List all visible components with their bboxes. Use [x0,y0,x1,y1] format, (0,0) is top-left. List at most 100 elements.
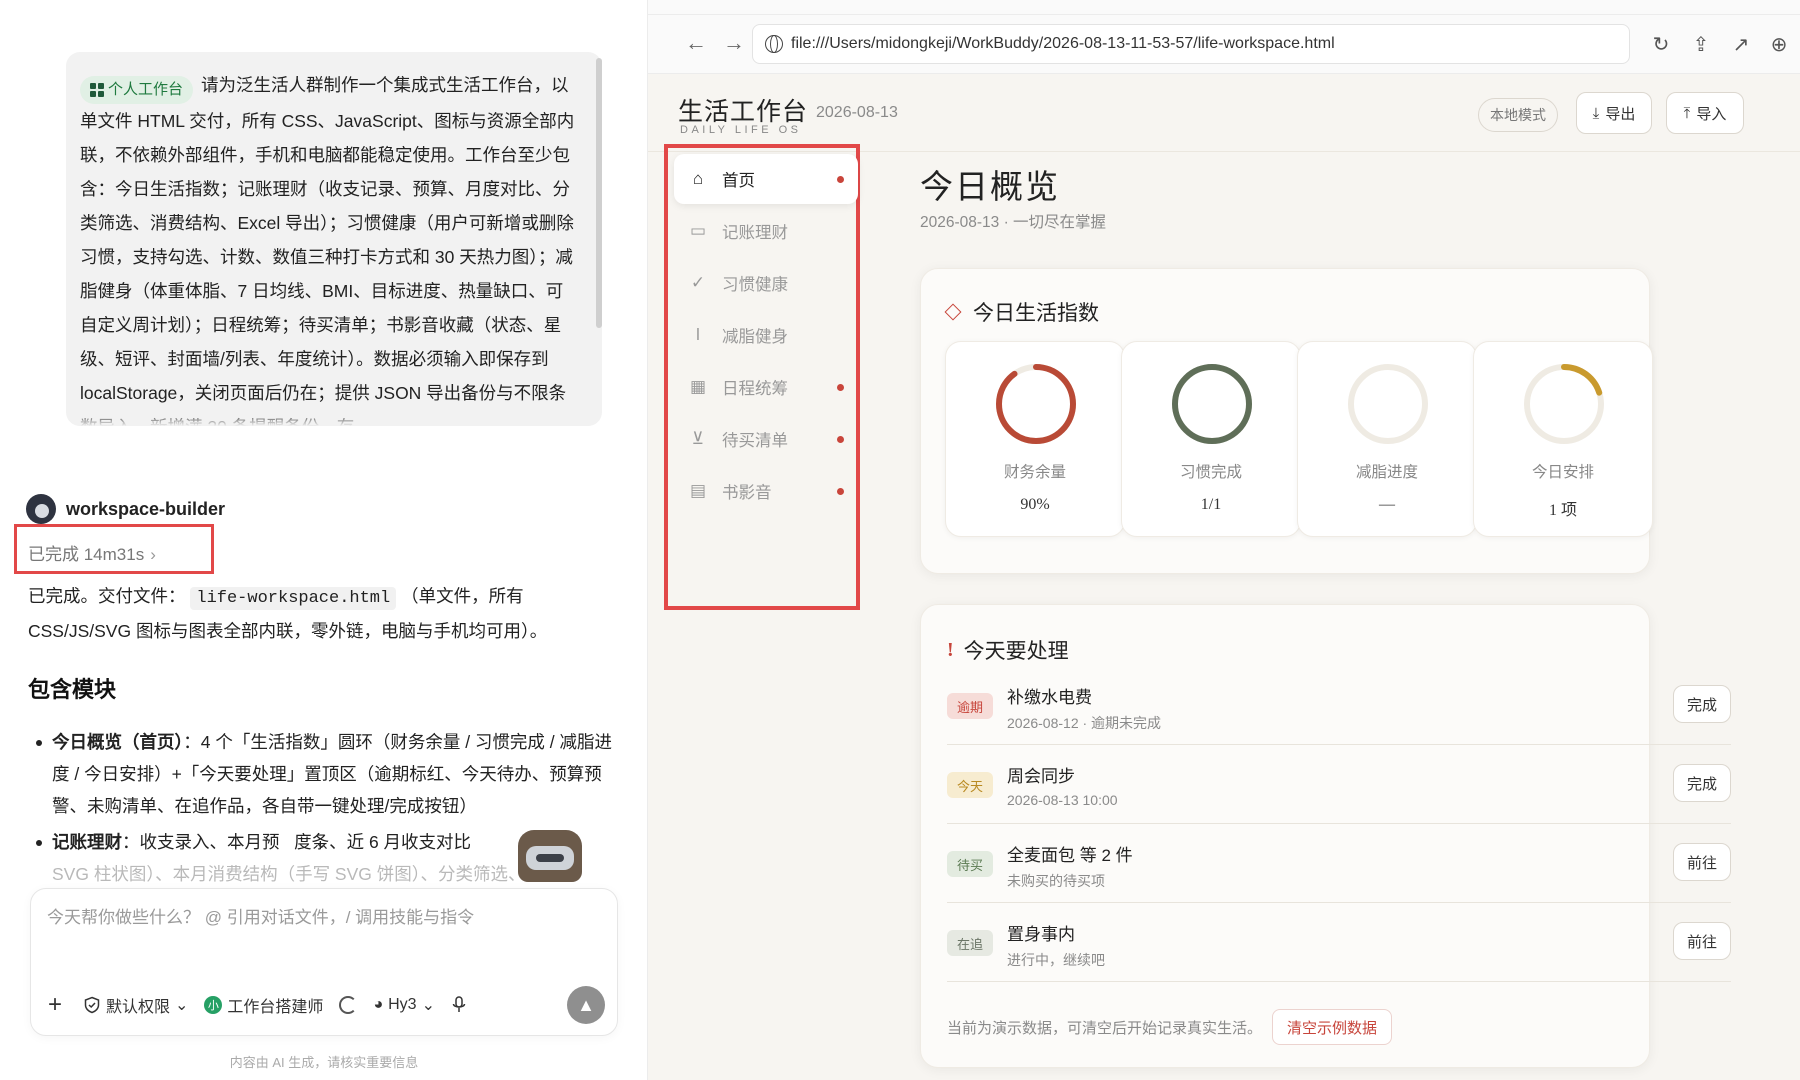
url-text: file:///Users/midongkeji/WorkBuddy/2026-… [791,35,1335,52]
notification-dot [837,384,844,391]
alert-icon: ! [947,638,954,661]
todo-action-button[interactable]: 完成 [1673,685,1731,723]
chat-pane: 个人工作台 请为泛生活人群制作一个集成式生活工作台，以单文件 HTML 交付，所… [0,0,648,1080]
grid-icon [90,83,104,97]
progress-ring [1172,364,1252,444]
life-index-title: 今日生活指数 [944,297,1099,327]
permission-select[interactable]: 默认权限 ⌄ [83,993,188,1017]
browser-window: ← → file:///Users/midongkeji/WorkBuddy/2… [648,0,1800,1080]
import-label: 导入 [1696,105,1727,123]
progress-ring [1524,364,1604,444]
sidebar-item[interactable]: ▤ 书影音 [674,466,858,516]
index-ring-card[interactable]: 习惯完成 1/1 [1121,341,1301,537]
composer[interactable]: 今天帮你做些什么？ @ 引用对话文件，/ 调用技能与指令 + 默认权限 ⌄ 小 … [30,888,618,1036]
mode-badge[interactable]: 本地模式 [1478,98,1558,132]
progress-ring [1348,364,1428,444]
home-icon: ⌂ [692,169,704,188]
model-select[interactable]: ◕ Hy3 ⌄ [373,995,435,1015]
todo-row: 逾期 补缴水电费 2026-08-12 · 逾期未完成 完成 [947,667,1731,745]
ring-label: 习惯完成 [1179,464,1242,481]
sidebar-item[interactable]: ǀ 减脂健身 [674,310,858,360]
user-prompt-bubble: 个人工作台 请为泛生活人群制作一个集成式生活工作台，以单文件 HTML 交付，所… [66,52,602,426]
bubble-scrollbar[interactable] [596,58,602,328]
wallet-icon: ▭ [689,221,707,240]
notification-dot [837,488,844,495]
divider [648,14,1800,15]
robot-mascot-icon [518,830,582,882]
index-ring-card[interactable]: 财务余量 90% [945,341,1125,537]
todo-title: 全麦面包 等 2 件 [1007,846,1133,865]
model-label: Hy3 [388,996,417,1013]
list-item: 今日概览（首页）：4 个「生活指数」圆环（财务余量 / 习惯完成 / 减脂进度 … [36,726,612,822]
progress-ring [996,364,1076,444]
notification-dot [837,176,844,183]
share-icon[interactable]: ↗ [1728,32,1754,57]
sidebar-item[interactable]: ✓ 习惯健康 [674,258,858,308]
agent-avatar [26,494,56,524]
globe-settings-icon[interactable]: ⊕ [1766,32,1792,57]
agent-name: workspace-builder [66,498,226,519]
todo-row: 待买 全麦面包 等 2 件未购买的待买项 前往 [947,825,1731,903]
done-status-toggle[interactable]: 已完成 14m31s › [28,540,156,565]
answer-file-code: life-workspace.html [190,587,397,610]
agent-tag-icon: 小 [204,996,223,1014]
todo-action-button[interactable]: 前往 [1673,843,1731,881]
user-prompt-text: 个人工作台 请为泛生活人群制作一个集成式生活工作台，以单文件 HTML 交付，所… [80,68,580,426]
scroll-down-chevron-icon[interactable]: ⌄ [314,832,329,853]
composer-placeholder[interactable]: 今天帮你做些什么？ @ 引用对话文件，/ 调用技能与指令 [47,903,474,928]
sidebar-item[interactable]: ⊻ 待买清单 [674,414,858,464]
sidebar-item[interactable]: ▭ 记账理财 [674,206,858,256]
done-status-label: 已完成 14m31s [28,545,145,564]
sidebar-item[interactable]: ⌂ 首页 [674,154,858,204]
brand-subtitle: DAILY LIFE OS [680,124,802,136]
ring-value: 1 项 [1548,502,1577,519]
workspace-chip-label: 个人工作台 [108,81,184,98]
sidebar-item-label: 首页 [722,172,755,190]
forward-arrow-icon[interactable]: → [720,30,748,56]
arrow-up-icon: ▲ [577,994,595,1015]
modules-heading: 包含模块 [28,677,117,702]
import-button[interactable]: ⤒ 导入 [1666,92,1744,134]
add-attachment-icon[interactable]: + [43,991,67,1019]
todo-action-button[interactable]: 前往 [1673,922,1731,960]
permission-label: 默认权限 [106,999,171,1016]
status-badge: 在追 [947,930,993,956]
sidebar-item[interactable]: ▦ 日程统筹 [674,362,858,412]
answer-prefix: 已完成。交付文件： [28,586,186,606]
agent-tag[interactable]: 小 工作台搭建师 [204,993,323,1017]
ring-value: 90% [1020,496,1050,513]
sidebar-item-label: 记账理财 [722,224,788,242]
back-arrow-icon[interactable]: ← [682,30,710,56]
export-button[interactable]: ⤓ 导出 [1576,92,1652,134]
page-title: 今日概览 [920,170,1060,206]
index-ring-card[interactable]: 今日安排 1 项 [1473,341,1653,537]
todo-subtitle: 未购买的待买项 [1007,873,1105,889]
send-button[interactable]: ▲ [567,986,605,1024]
sidebar-item-label: 书影音 [722,484,772,502]
reload-icon[interactable]: ↻ [1648,32,1674,57]
todo-row: 今天 周会同步 2026-08-13 10:00 完成 [947,746,1731,824]
status-badge: 今天 [947,772,993,798]
ring-track [1348,364,1428,444]
microphone-icon[interactable] [451,995,467,1015]
agent-header: workspace-builder [26,494,225,524]
ring-value: 1/1 [1200,496,1222,513]
upload-cloud-icon[interactable]: ⇪ [1688,32,1714,57]
clear-demo-button[interactable]: 清空示例数据 [1272,1009,1393,1045]
bubble-fade [66,412,602,426]
shield-check-icon [84,996,100,1014]
index-ring-card[interactable]: 减脂进度 — [1297,341,1477,537]
ring-label: 减脂进度 [1355,464,1418,481]
bullet-faded-text: SVG 柱状图）、本月消费结构（手写 SVG 饼图）、分类筛选、导出 [52,864,561,884]
status-badge: 待买 [947,851,993,877]
dumbbell-icon: ǀ [695,325,701,344]
demo-note: 当前为演示数据，可清空后开始记录真实生活。 清空示例数据 [947,1009,1393,1045]
todo-action-button[interactable]: 完成 [1673,764,1731,802]
chevron-down-icon: ⌄ [421,997,435,1014]
workspace-chip[interactable]: 个人工作台 [80,76,194,104]
address-bar[interactable]: file:///Users/midongkeji/WorkBuddy/2026-… [752,24,1630,64]
sidebar-item-label: 习惯健康 [722,276,788,294]
ring-progress [1172,364,1252,444]
ai-disclaimer: 内容由 AI 生成，请核实重要信息 [229,1055,419,1070]
sidebar-item-label: 减脂健身 [722,328,788,346]
